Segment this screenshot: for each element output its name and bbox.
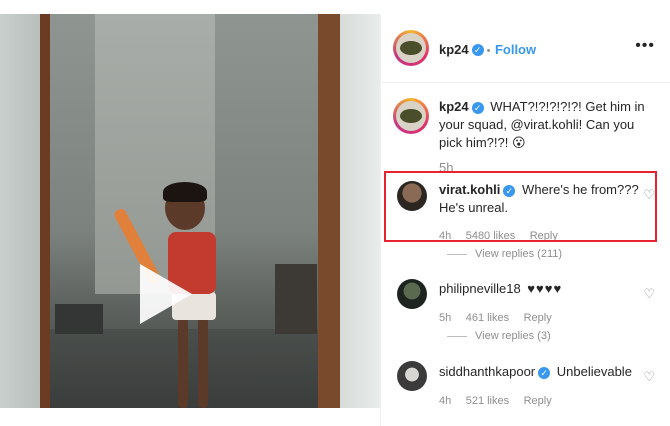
view-replies-label: View replies (211) — [475, 248, 563, 260]
author-avatar[interactable] — [393, 30, 429, 66]
video-frame-bench — [275, 264, 317, 334]
author-username[interactable]: kp24 — [439, 42, 469, 57]
view-replies-button[interactable]: View replies (3) — [447, 330, 551, 342]
comment-likes[interactable]: 461 likes — [466, 312, 509, 324]
comment-meta: 4h 521 likes Reply — [439, 391, 552, 409]
comment-time: 5h — [439, 312, 452, 324]
comment-time: 4h — [439, 395, 452, 407]
video-frame-wall — [0, 14, 44, 408]
comment: philipneville18 ♥♥♥♥ — [439, 280, 639, 298]
caption: kp24 ✓ WHAT?!?!?!?!?! Get him in your squ… — [439, 98, 657, 152]
video-frame-door-right — [318, 14, 340, 408]
video-frame-child — [198, 318, 208, 408]
comment-avatar[interactable] — [397, 361, 427, 391]
video-frame-child — [163, 182, 207, 202]
video-frame-wall-right — [340, 14, 380, 408]
verified-badge-icon: ✓ — [538, 366, 551, 379]
verified-badge-icon: ✓ — [471, 43, 484, 56]
author-line: kp24 ✓ • Follow — [439, 41, 536, 59]
comment-meta: 5h 461 likes Reply — [439, 308, 552, 326]
separator-dot: • — [486, 45, 491, 57]
caption-username[interactable]: kp24 — [439, 99, 469, 114]
comment-text: ♥♥♥♥ — [527, 281, 563, 296]
like-heart-icon[interactable]: ♡ — [643, 369, 655, 385]
follow-button[interactable]: Follow — [495, 42, 536, 57]
video-frame-step — [55, 304, 103, 334]
like-heart-icon[interactable]: ♡ — [643, 286, 655, 302]
post-video[interactable] — [0, 14, 380, 408]
comment-text: Unbelievable — [556, 364, 632, 379]
highlight-box — [384, 171, 657, 242]
view-replies-button[interactable]: View replies (211) — [447, 248, 562, 260]
reply-button[interactable]: Reply — [524, 312, 552, 324]
comment: siddhanthkapoor ✓ Unbelievable — [439, 363, 649, 381]
verified-badge-icon: ✓ — [471, 101, 484, 114]
caption-text: WHAT?!?!?!?!?! Get him in your squad, @v… — [439, 99, 645, 150]
caption-avatar[interactable] — [393, 98, 429, 134]
comment-likes[interactable]: 521 likes — [466, 395, 509, 407]
post-header: kp24 ✓ • Follow ••• — [381, 14, 670, 83]
more-dots-icon[interactable]: ••• — [635, 37, 655, 55]
video-frame-floor — [50, 329, 332, 408]
video-frame-door — [40, 14, 50, 408]
reply-button[interactable]: Reply — [524, 395, 552, 407]
comment-avatar[interactable] — [397, 279, 427, 309]
play-icon[interactable] — [140, 264, 192, 324]
view-replies-label: View replies (3) — [475, 330, 551, 342]
video-frame-child — [178, 318, 188, 408]
comment-username[interactable]: siddhanthkapoor — [439, 364, 535, 379]
comment-username[interactable]: philipneville18 — [439, 281, 521, 296]
